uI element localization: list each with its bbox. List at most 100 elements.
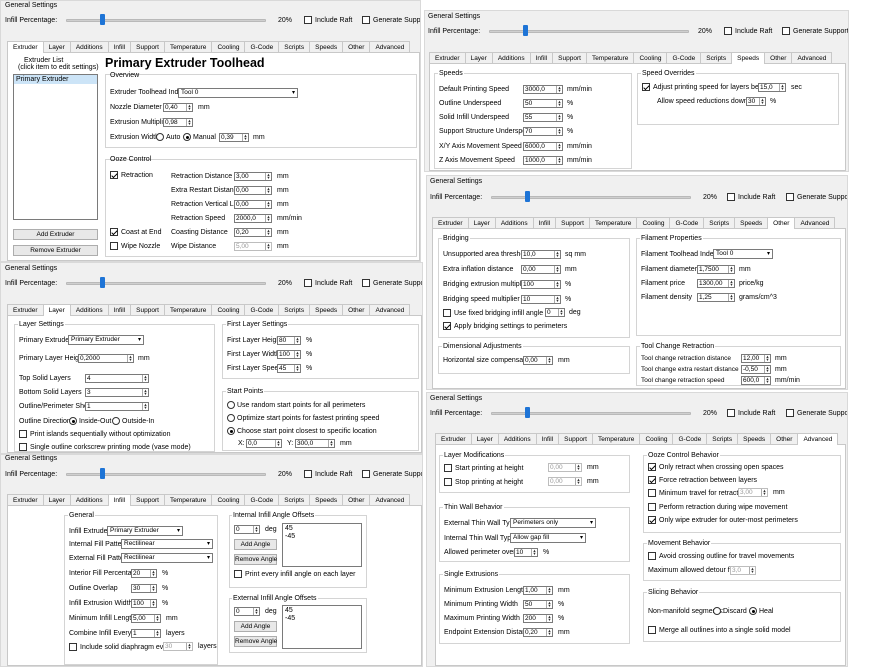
spinner-icon[interactable]: ▲ ▼ — [265, 229, 271, 236]
tab-scripts[interactable]: Scripts — [278, 494, 311, 505]
spinner-icon[interactable]: ▲ ▼ — [556, 100, 562, 107]
check-icon[interactable] — [648, 489, 656, 497]
spinner-icon[interactable]: ▲ ▼ — [265, 187, 271, 194]
spinner-icon[interactable]: ▲ ▼ — [154, 615, 160, 622]
spinner-icon[interactable]: ▲ ▼ — [294, 351, 300, 358]
generate-support-box[interactable] — [362, 16, 370, 24]
angle-list-item[interactable]: -45 — [285, 533, 359, 541]
tab-infill[interactable]: Infill — [535, 433, 560, 444]
tab-infill[interactable]: Infill — [532, 217, 557, 228]
internal-remove-angle-button[interactable]: Remove Angle — [234, 554, 277, 565]
spinner-icon[interactable]: ▲ ▼ — [150, 585, 156, 592]
include-raft-box[interactable] — [304, 16, 312, 24]
vertical-lift-input[interactable]: 0,00 ▲ ▼ — [234, 200, 272, 209]
start-y-input[interactable]: 300,0 ▲ ▼ — [295, 439, 335, 448]
coast-at-end-checkbox[interactable]: Coast at End — [110, 228, 161, 236]
check-icon[interactable] — [642, 83, 650, 91]
tab-layer[interactable]: Layer — [470, 433, 499, 444]
spinner-icon[interactable]: ▲ ▼ — [546, 629, 552, 636]
tab-scripts[interactable]: Scripts — [700, 52, 733, 63]
spinner-icon[interactable]: ▲ ▼ — [142, 375, 148, 382]
random-start-radio[interactable]: Use random start points for all perimete… — [227, 401, 365, 409]
filament-price-input[interactable]: 1300,00 ▲ ▼ — [697, 279, 735, 288]
tab-speeds[interactable]: Speeds — [737, 433, 772, 444]
spinner-icon[interactable]: ▲ ▼ — [764, 366, 770, 373]
spinner-icon[interactable]: ▲ ▼ — [554, 266, 560, 273]
external-remove-angle-button[interactable]: Remove Angle — [234, 636, 277, 647]
min-extrusion-input[interactable]: 1,00 ▲ ▼ — [523, 586, 553, 595]
external-thin-select[interactable]: Perimeters only — [510, 518, 596, 528]
start-height-checkbox[interactable]: Start printing at height — [444, 464, 524, 472]
apply-bridging-checkbox[interactable]: Apply bridging settings to perimeters — [443, 322, 567, 330]
spinner-icon[interactable]: ▲ ▼ — [294, 337, 300, 344]
tab-additions[interactable]: Additions — [69, 494, 109, 505]
internal-angle-list[interactable]: 45 -45 — [282, 523, 362, 567]
adjust-speed-input[interactable]: 15,0 ▲ ▼ — [758, 83, 786, 92]
tab-temperature[interactable]: Temperature — [591, 433, 641, 444]
tab-other[interactable]: Other — [342, 494, 371, 505]
spinner-icon[interactable]: ▲ ▼ — [265, 173, 271, 180]
radio-icon[interactable] — [156, 133, 164, 141]
include-raft-box[interactable] — [727, 193, 735, 201]
toolhead-index-select[interactable]: Tool 0 — [178, 88, 298, 98]
tab-other[interactable]: Other — [342, 41, 371, 52]
tab-other[interactable]: Other — [764, 52, 793, 63]
tab-support[interactable]: Support — [130, 494, 165, 505]
check-icon[interactable] — [69, 643, 77, 651]
radio-icon[interactable] — [227, 427, 235, 435]
spinner-icon[interactable]: ▲ ▼ — [186, 643, 192, 650]
tab-gcode[interactable]: G-Code — [669, 217, 705, 228]
check-icon[interactable] — [443, 322, 451, 330]
min-infill-length-input[interactable]: 5,00 ▲ ▼ — [131, 614, 161, 623]
generate-support-checkbox[interactable]: Generate Support — [362, 279, 422, 287]
tc-extra-input[interactable]: -0,50 ▲ ▼ — [741, 365, 771, 374]
tab-support[interactable]: Support — [130, 304, 165, 315]
tab-advanced[interactable]: Advanced — [794, 217, 836, 228]
unsupported-threshold-input[interactable]: 10,0 ▲ ▼ — [521, 250, 561, 259]
tab-other[interactable]: Other — [767, 217, 796, 229]
angle-list-item[interactable]: 45 — [285, 607, 359, 615]
tab-temperature[interactable]: Temperature — [163, 304, 213, 315]
force-retract-checkbox[interactable]: Force retraction between layers — [648, 476, 757, 484]
spinner-icon[interactable]: ▲ ▼ — [556, 128, 562, 135]
width-auto-radio[interactable]: Auto — [156, 133, 180, 141]
generate-support-box[interactable] — [786, 193, 794, 201]
tab-advanced[interactable]: Advanced — [369, 494, 411, 505]
infill-slider-thumb[interactable] — [523, 25, 528, 36]
check-icon[interactable] — [648, 516, 656, 524]
extruder-list-item[interactable]: Primary Extruder — [14, 75, 97, 84]
spinner-icon[interactable]: ▲ ▼ — [764, 355, 770, 362]
spinner-icon[interactable]: ▲ ▼ — [265, 215, 271, 222]
endpoint-input[interactable]: 0,20 ▲ ▼ — [523, 628, 553, 637]
wipe-distance-input[interactable]: 5,00 ▲ ▼ — [234, 242, 272, 251]
tab-scripts[interactable]: Scripts — [278, 304, 311, 315]
tab-temperature[interactable]: Temperature — [585, 52, 635, 63]
tab-scripts[interactable]: Scripts — [703, 217, 736, 228]
spinner-icon[interactable]: ▲ ▼ — [728, 280, 734, 287]
spinner-icon[interactable]: ▲ ▼ — [575, 464, 581, 471]
spinner-icon[interactable]: ▲ ▼ — [546, 357, 552, 364]
include-raft-box[interactable] — [304, 279, 312, 287]
outline-overlap-input[interactable]: 30 ▲ ▼ — [131, 584, 157, 593]
spinner-icon[interactable]: ▲ ▼ — [546, 615, 552, 622]
spinner-icon[interactable]: ▲ ▼ — [554, 281, 560, 288]
include-raft-checkbox[interactable]: Include Raft — [304, 470, 352, 478]
infill-slider-track[interactable] — [66, 473, 266, 476]
max-width-input[interactable]: 200 ▲ ▼ — [523, 614, 553, 623]
spinner-icon[interactable]: ▲ ▼ — [531, 549, 537, 556]
tab-speeds[interactable]: Speeds — [734, 217, 769, 228]
filament-index-select[interactable]: Tool 0 — [713, 249, 773, 259]
radio-icon[interactable] — [112, 417, 120, 425]
start-x-input[interactable]: 0,0 ▲ ▼ — [246, 439, 282, 448]
spinner-icon[interactable]: ▲ ▼ — [779, 84, 785, 91]
tab-layer[interactable]: Layer — [42, 304, 71, 316]
spinner-icon[interactable]: ▲ ▼ — [265, 201, 271, 208]
include-raft-box[interactable] — [304, 470, 312, 478]
generate-support-box[interactable] — [362, 470, 370, 478]
tab-advanced[interactable]: Advanced — [797, 433, 839, 445]
min-width-input[interactable]: 50 ▲ ▼ — [523, 600, 553, 609]
infill-slider-track[interactable] — [66, 19, 266, 22]
fixed-bridging-angle-checkbox[interactable]: Use fixed bridging infill angle — [443, 309, 543, 317]
tab-cooling[interactable]: Cooling — [211, 304, 246, 315]
coasting-distance-input[interactable]: 0,20 ▲ ▼ — [234, 228, 272, 237]
